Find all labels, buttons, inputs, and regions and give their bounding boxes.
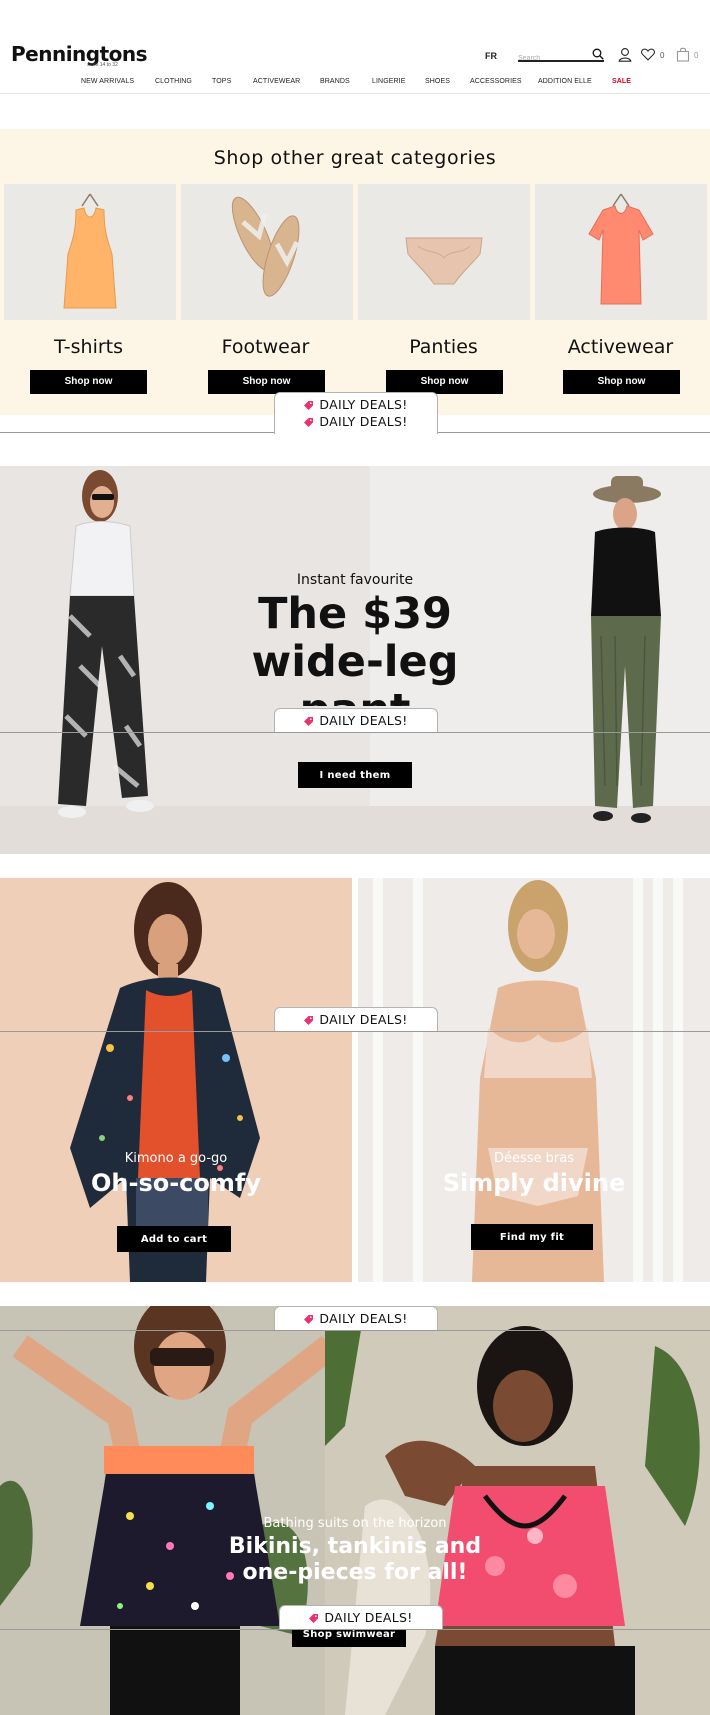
bras-eyebrow: Déesse bras — [493, 1151, 575, 1166]
shop-now-footwear-button[interactable]: Shop now — [208, 370, 325, 394]
add-to-cart-button[interactable]: Add to cart — [117, 1226, 231, 1252]
nav-new-arrivals[interactable]: NEW ARRIVALS — [81, 78, 134, 85]
model-kimono-image — [70, 882, 260, 1282]
search-icon[interactable] — [592, 48, 604, 60]
swim-headline-2: one-pieces for all! — [242, 1560, 468, 1585]
nav-lingerie[interactable]: LINGERIE — [372, 78, 405, 85]
daily-deals-tab[interactable]: DAILY DEALS! — [274, 708, 438, 732]
hero-wide-leg-pant[interactable]: Instant favourite The $39 wide-leg pant … — [0, 466, 710, 854]
category-name-tshirts[interactable]: T-shirts — [0, 336, 177, 358]
price-tag-icon — [304, 1315, 314, 1324]
daily-deals-label: DAILY DEALS! — [324, 1610, 413, 1625]
cart-count: 0 — [694, 51, 699, 60]
logo-tagline: sizes 14 to 32 — [87, 62, 118, 68]
hero1-headline-2: wide-leg — [251, 637, 459, 687]
nav-sale[interactable]: SALE — [612, 78, 631, 85]
nav-addition-elle[interactable]: ADDITION ELLE — [538, 78, 592, 85]
nav-clothing[interactable]: CLOTHING — [155, 78, 192, 85]
hero1-headline-1: The $39 — [258, 589, 452, 639]
model-bras-image — [472, 880, 604, 1282]
swim-panel-left[interactable] — [0, 1306, 325, 1715]
hero1-eyebrow: Instant favourite — [296, 572, 414, 588]
nav-brands[interactable]: BRANDS — [320, 78, 350, 85]
daily-deals-tab[interactable]: DAILY DEALS! — [279, 1605, 443, 1629]
wishlist-heart-icon[interactable] — [641, 47, 655, 62]
bras-headline: Simply divine — [442, 1169, 626, 1197]
wishlist-count: 0 — [660, 51, 665, 60]
category-name-footwear[interactable]: Footwear — [177, 336, 354, 358]
swim-panel-right[interactable] — [325, 1306, 710, 1715]
sandals-image — [231, 196, 300, 297]
shop-now-panties-button[interactable]: Shop now — [386, 370, 503, 394]
category-image-tshirts[interactable] — [4, 184, 176, 320]
bras-panel[interactable]: Déesse bras Simply divine Find my fit — [358, 878, 710, 1282]
model-swim-right-image — [325, 1306, 700, 1715]
swim-eyebrow: Bathing suits on the horizon — [263, 1516, 447, 1531]
daily-deals-tab[interactable]: DAILY DEALS! — [274, 1306, 438, 1330]
daily-deals-label: DAILY DEALS! — [319, 1311, 408, 1326]
nav-accessories[interactable]: ACCESSORIES — [470, 78, 522, 85]
language-toggle[interactable]: FR — [485, 51, 497, 61]
shop-now-activewear-button[interactable]: Shop now — [563, 370, 680, 394]
swim-headline-1: Bikinis, tankinis and — [228, 1534, 482, 1559]
kimono-eyebrow: Kimono a go-go — [124, 1151, 228, 1166]
daily-deals-tab[interactable]: DAILY DEALS! — [274, 410, 438, 434]
nav-shoes[interactable]: SHOES — [425, 78, 450, 85]
daily-deals-label: DAILY DEALS! — [319, 414, 408, 429]
category-image-panties[interactable] — [358, 184, 530, 320]
logo[interactable]: Penningtons — [11, 42, 148, 66]
daily-deals-label: DAILY DEALS! — [319, 713, 408, 728]
model-swim-left-image — [0, 1306, 325, 1715]
search-box — [518, 47, 604, 65]
price-tag-icon — [304, 401, 314, 410]
price-tag-icon — [304, 418, 314, 427]
category-image-activewear[interactable] — [535, 184, 707, 320]
nav-tops[interactable]: TOPS — [212, 78, 231, 85]
price-tag-icon — [309, 1614, 319, 1623]
tshirt-image — [588, 193, 654, 305]
tank-top-image — [63, 193, 117, 309]
site-header: Penningtons sizes 14 to 32 FR 0 0 NEW AR… — [0, 0, 710, 94]
category-image-footwear[interactable] — [181, 184, 353, 320]
panties-image — [405, 237, 483, 285]
find-my-fit-button[interactable]: Find my fit — [471, 1224, 593, 1250]
hero1-headline-3: pant — [0, 686, 710, 706]
kimono-panel[interactable]: Kimono a go-go Oh-so-comfy Add to cart — [0, 878, 352, 1282]
i-need-them-button[interactable]: I need them — [298, 762, 412, 788]
categories-title: Shop other great categories — [213, 147, 497, 169]
search-input[interactable] — [518, 52, 588, 65]
shopping-bag-icon[interactable] — [676, 47, 690, 62]
price-tag-icon — [304, 717, 314, 726]
price-tag-icon — [304, 1016, 314, 1025]
kimono-headline: Oh-so-comfy — [91, 1169, 261, 1197]
account-icon[interactable] — [618, 47, 632, 62]
category-name-panties[interactable]: Panties — [355, 336, 532, 358]
main-nav: NEW ARRIVALS CLOTHING TOPS ACTIVEWEAR BR… — [0, 78, 710, 90]
categories-section: Shop other great categories T-shirts Sho… — [0, 129, 710, 415]
category-name-activewear[interactable]: Activewear — [532, 336, 709, 358]
daily-deals-label: DAILY DEALS! — [319, 1012, 408, 1027]
shop-now-tshirts-button[interactable]: Shop now — [30, 370, 147, 394]
daily-deals-tab[interactable]: DAILY DEALS! — [274, 1007, 438, 1031]
nav-activewear[interactable]: ACTIVEWEAR — [253, 78, 300, 85]
